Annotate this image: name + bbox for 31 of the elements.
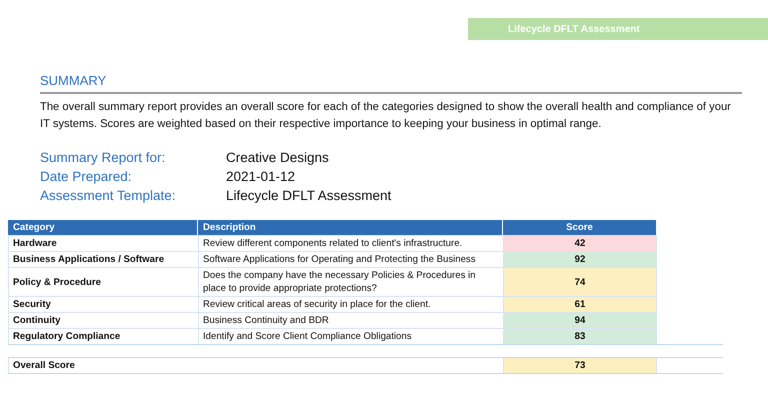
detail-label: Assessment Template:: [40, 187, 177, 205]
score-cell: 94: [503, 312, 657, 328]
score-cell: 42: [503, 235, 657, 251]
intro-paragraph: The overall summary report provides an overall score for each of the categories designed to show the overall health and compliance of your IT systems. Scores are weighted based on their respective importance to keeping your business in optimal range.: [40, 100, 732, 132]
detail-label: Date Prepared:: [40, 168, 133, 186]
category-cell: Continuity: [8, 312, 198, 328]
description-cell: Does the company have the necessary Policies & Procedures in place to provide appropriate protections?: [198, 267, 503, 296]
description-cell: Review different components related to client's infrastructure.: [198, 235, 503, 251]
category-cell: Policy & Procedure: [8, 267, 198, 296]
score-cell: 74: [503, 267, 657, 296]
detail-value: Lifecycle DFLT Assessment: [226, 187, 392, 205]
description-cell: Identify and Score Client Compliance Obligations: [198, 328, 503, 344]
detail-value: 2021-01-12: [226, 168, 296, 186]
description-cell: Business Continuity and BDR: [198, 312, 503, 328]
score-cell: 61: [503, 296, 657, 312]
category-cell: Security: [8, 296, 198, 312]
category-cell: Hardware: [8, 235, 198, 251]
description-cell: Review critical areas of security in place for the client.: [198, 296, 503, 312]
category-cell: Regulatory Compliance: [8, 328, 198, 344]
detail-value: Creative Designs: [226, 149, 330, 167]
column-header: Description: [198, 220, 503, 235]
description-cell: Software Applications for Operating and Protecting the Business: [198, 251, 503, 267]
category-cell: Business Applications / Software: [8, 251, 198, 267]
banner: Lifecycle DFLT Assessment: [468, 18, 768, 40]
column-header: Score: [503, 220, 657, 235]
detail-label: Summary Report for:: [40, 149, 166, 167]
score-cell: 92: [503, 251, 657, 267]
column-header: Category: [8, 220, 198, 235]
overall-score: 73: [503, 358, 657, 373]
score-cell: 83: [503, 328, 657, 344]
section-heading: SUMMARY: [40, 73, 742, 94]
